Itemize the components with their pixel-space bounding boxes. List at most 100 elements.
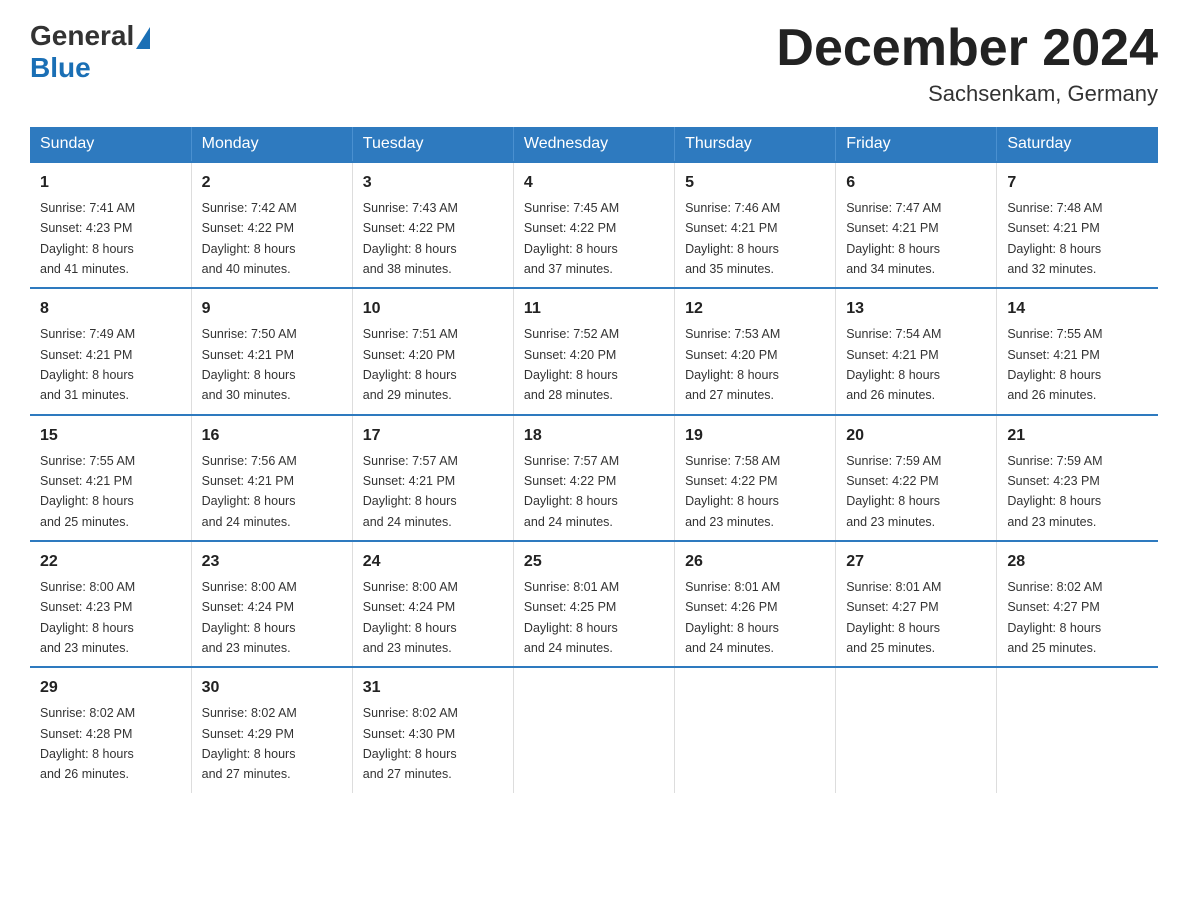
day-number: 26 bbox=[685, 550, 825, 575]
day-number: 22 bbox=[40, 550, 181, 575]
table-row: 5 Sunrise: 7:46 AMSunset: 4:21 PMDayligh… bbox=[675, 162, 836, 288]
page-header: General Blue December 2024 Sachsenkam, G… bbox=[30, 20, 1158, 107]
table-row: 4 Sunrise: 7:45 AMSunset: 4:22 PMDayligh… bbox=[513, 162, 674, 288]
calendar-week-row: 8 Sunrise: 7:49 AMSunset: 4:21 PMDayligh… bbox=[30, 288, 1158, 414]
month-title: December 2024 bbox=[776, 20, 1158, 77]
day-number: 28 bbox=[1007, 550, 1148, 575]
table-row: 16 Sunrise: 7:56 AMSunset: 4:21 PMDaylig… bbox=[191, 415, 352, 541]
table-row: 10 Sunrise: 7:51 AMSunset: 4:20 PMDaylig… bbox=[352, 288, 513, 414]
col-thursday: Thursday bbox=[675, 127, 836, 162]
day-number: 31 bbox=[363, 676, 503, 701]
table-row: 1 Sunrise: 7:41 AMSunset: 4:23 PMDayligh… bbox=[30, 162, 191, 288]
table-row bbox=[836, 667, 997, 792]
col-monday: Monday bbox=[191, 127, 352, 162]
logo-blue: Blue bbox=[30, 52, 91, 84]
day-number: 4 bbox=[524, 171, 664, 196]
table-row: 30 Sunrise: 8:02 AMSunset: 4:29 PMDaylig… bbox=[191, 667, 352, 792]
day-info: Sunrise: 7:57 AMSunset: 4:22 PMDaylight:… bbox=[524, 454, 619, 529]
day-info: Sunrise: 7:56 AMSunset: 4:21 PMDaylight:… bbox=[202, 454, 297, 529]
day-info: Sunrise: 7:48 AMSunset: 4:21 PMDaylight:… bbox=[1007, 201, 1102, 276]
day-info: Sunrise: 7:47 AMSunset: 4:21 PMDaylight:… bbox=[846, 201, 941, 276]
table-row: 27 Sunrise: 8:01 AMSunset: 4:27 PMDaylig… bbox=[836, 541, 997, 667]
day-info: Sunrise: 8:02 AMSunset: 4:29 PMDaylight:… bbox=[202, 706, 297, 781]
table-row: 28 Sunrise: 8:02 AMSunset: 4:27 PMDaylig… bbox=[997, 541, 1158, 667]
table-row: 13 Sunrise: 7:54 AMSunset: 4:21 PMDaylig… bbox=[836, 288, 997, 414]
day-number: 1 bbox=[40, 171, 181, 196]
day-info: Sunrise: 7:46 AMSunset: 4:21 PMDaylight:… bbox=[685, 201, 780, 276]
calendar-week-row: 22 Sunrise: 8:00 AMSunset: 4:23 PMDaylig… bbox=[30, 541, 1158, 667]
table-row: 12 Sunrise: 7:53 AMSunset: 4:20 PMDaylig… bbox=[675, 288, 836, 414]
day-info: Sunrise: 8:02 AMSunset: 4:27 PMDaylight:… bbox=[1007, 580, 1102, 655]
day-info: Sunrise: 7:52 AMSunset: 4:20 PMDaylight:… bbox=[524, 327, 619, 402]
day-info: Sunrise: 8:01 AMSunset: 4:25 PMDaylight:… bbox=[524, 580, 619, 655]
day-number: 24 bbox=[363, 550, 503, 575]
calendar-table: Sunday Monday Tuesday Wednesday Thursday… bbox=[30, 127, 1158, 792]
calendar-week-row: 1 Sunrise: 7:41 AMSunset: 4:23 PMDayligh… bbox=[30, 162, 1158, 288]
table-row: 2 Sunrise: 7:42 AMSunset: 4:22 PMDayligh… bbox=[191, 162, 352, 288]
day-number: 18 bbox=[524, 424, 664, 449]
table-row: 3 Sunrise: 7:43 AMSunset: 4:22 PMDayligh… bbox=[352, 162, 513, 288]
table-row: 23 Sunrise: 8:00 AMSunset: 4:24 PMDaylig… bbox=[191, 541, 352, 667]
calendar-week-row: 29 Sunrise: 8:02 AMSunset: 4:28 PMDaylig… bbox=[30, 667, 1158, 792]
day-info: Sunrise: 7:54 AMSunset: 4:21 PMDaylight:… bbox=[846, 327, 941, 402]
day-info: Sunrise: 8:02 AMSunset: 4:28 PMDaylight:… bbox=[40, 706, 135, 781]
day-info: Sunrise: 8:00 AMSunset: 4:23 PMDaylight:… bbox=[40, 580, 135, 655]
calendar-header-row: Sunday Monday Tuesday Wednesday Thursday… bbox=[30, 127, 1158, 162]
day-info: Sunrise: 8:00 AMSunset: 4:24 PMDaylight:… bbox=[202, 580, 297, 655]
table-row: 26 Sunrise: 8:01 AMSunset: 4:26 PMDaylig… bbox=[675, 541, 836, 667]
day-number: 23 bbox=[202, 550, 342, 575]
day-info: Sunrise: 8:01 AMSunset: 4:26 PMDaylight:… bbox=[685, 580, 780, 655]
day-number: 17 bbox=[363, 424, 503, 449]
day-number: 9 bbox=[202, 297, 342, 322]
table-row: 19 Sunrise: 7:58 AMSunset: 4:22 PMDaylig… bbox=[675, 415, 836, 541]
day-info: Sunrise: 7:49 AMSunset: 4:21 PMDaylight:… bbox=[40, 327, 135, 402]
day-number: 8 bbox=[40, 297, 181, 322]
table-row: 15 Sunrise: 7:55 AMSunset: 4:21 PMDaylig… bbox=[30, 415, 191, 541]
day-number: 2 bbox=[202, 171, 342, 196]
table-row: 9 Sunrise: 7:50 AMSunset: 4:21 PMDayligh… bbox=[191, 288, 352, 414]
table-row: 25 Sunrise: 8:01 AMSunset: 4:25 PMDaylig… bbox=[513, 541, 674, 667]
day-info: Sunrise: 8:01 AMSunset: 4:27 PMDaylight:… bbox=[846, 580, 941, 655]
day-info: Sunrise: 8:02 AMSunset: 4:30 PMDaylight:… bbox=[363, 706, 458, 781]
table-row bbox=[513, 667, 674, 792]
day-info: Sunrise: 7:59 AMSunset: 4:23 PMDaylight:… bbox=[1007, 454, 1102, 529]
day-info: Sunrise: 7:41 AMSunset: 4:23 PMDaylight:… bbox=[40, 201, 135, 276]
table-row: 11 Sunrise: 7:52 AMSunset: 4:20 PMDaylig… bbox=[513, 288, 674, 414]
table-row bbox=[675, 667, 836, 792]
day-number: 10 bbox=[363, 297, 503, 322]
table-row: 24 Sunrise: 8:00 AMSunset: 4:24 PMDaylig… bbox=[352, 541, 513, 667]
col-sunday: Sunday bbox=[30, 127, 191, 162]
col-wednesday: Wednesday bbox=[513, 127, 674, 162]
day-number: 3 bbox=[363, 171, 503, 196]
day-number: 27 bbox=[846, 550, 986, 575]
day-info: Sunrise: 7:55 AMSunset: 4:21 PMDaylight:… bbox=[40, 454, 135, 529]
table-row: 29 Sunrise: 8:02 AMSunset: 4:28 PMDaylig… bbox=[30, 667, 191, 792]
day-number: 15 bbox=[40, 424, 181, 449]
table-row: 31 Sunrise: 8:02 AMSunset: 4:30 PMDaylig… bbox=[352, 667, 513, 792]
day-info: Sunrise: 8:00 AMSunset: 4:24 PMDaylight:… bbox=[363, 580, 458, 655]
table-row bbox=[997, 667, 1158, 792]
day-number: 5 bbox=[685, 171, 825, 196]
logo-general: General bbox=[30, 20, 134, 52]
day-number: 12 bbox=[685, 297, 825, 322]
day-info: Sunrise: 7:51 AMSunset: 4:20 PMDaylight:… bbox=[363, 327, 458, 402]
day-info: Sunrise: 7:59 AMSunset: 4:22 PMDaylight:… bbox=[846, 454, 941, 529]
table-row: 8 Sunrise: 7:49 AMSunset: 4:21 PMDayligh… bbox=[30, 288, 191, 414]
day-info: Sunrise: 7:42 AMSunset: 4:22 PMDaylight:… bbox=[202, 201, 297, 276]
day-number: 6 bbox=[846, 171, 986, 196]
day-info: Sunrise: 7:55 AMSunset: 4:21 PMDaylight:… bbox=[1007, 327, 1102, 402]
col-friday: Friday bbox=[836, 127, 997, 162]
day-number: 13 bbox=[846, 297, 986, 322]
day-info: Sunrise: 7:45 AMSunset: 4:22 PMDaylight:… bbox=[524, 201, 619, 276]
day-info: Sunrise: 7:57 AMSunset: 4:21 PMDaylight:… bbox=[363, 454, 458, 529]
day-info: Sunrise: 7:58 AMSunset: 4:22 PMDaylight:… bbox=[685, 454, 780, 529]
day-number: 30 bbox=[202, 676, 342, 701]
title-block: December 2024 Sachsenkam, Germany bbox=[776, 20, 1158, 107]
day-info: Sunrise: 7:50 AMSunset: 4:21 PMDaylight:… bbox=[202, 327, 297, 402]
table-row: 6 Sunrise: 7:47 AMSunset: 4:21 PMDayligh… bbox=[836, 162, 997, 288]
day-number: 19 bbox=[685, 424, 825, 449]
table-row: 14 Sunrise: 7:55 AMSunset: 4:21 PMDaylig… bbox=[997, 288, 1158, 414]
day-number: 21 bbox=[1007, 424, 1148, 449]
logo-triangle-icon bbox=[136, 27, 150, 49]
logo: General Blue bbox=[30, 20, 150, 84]
